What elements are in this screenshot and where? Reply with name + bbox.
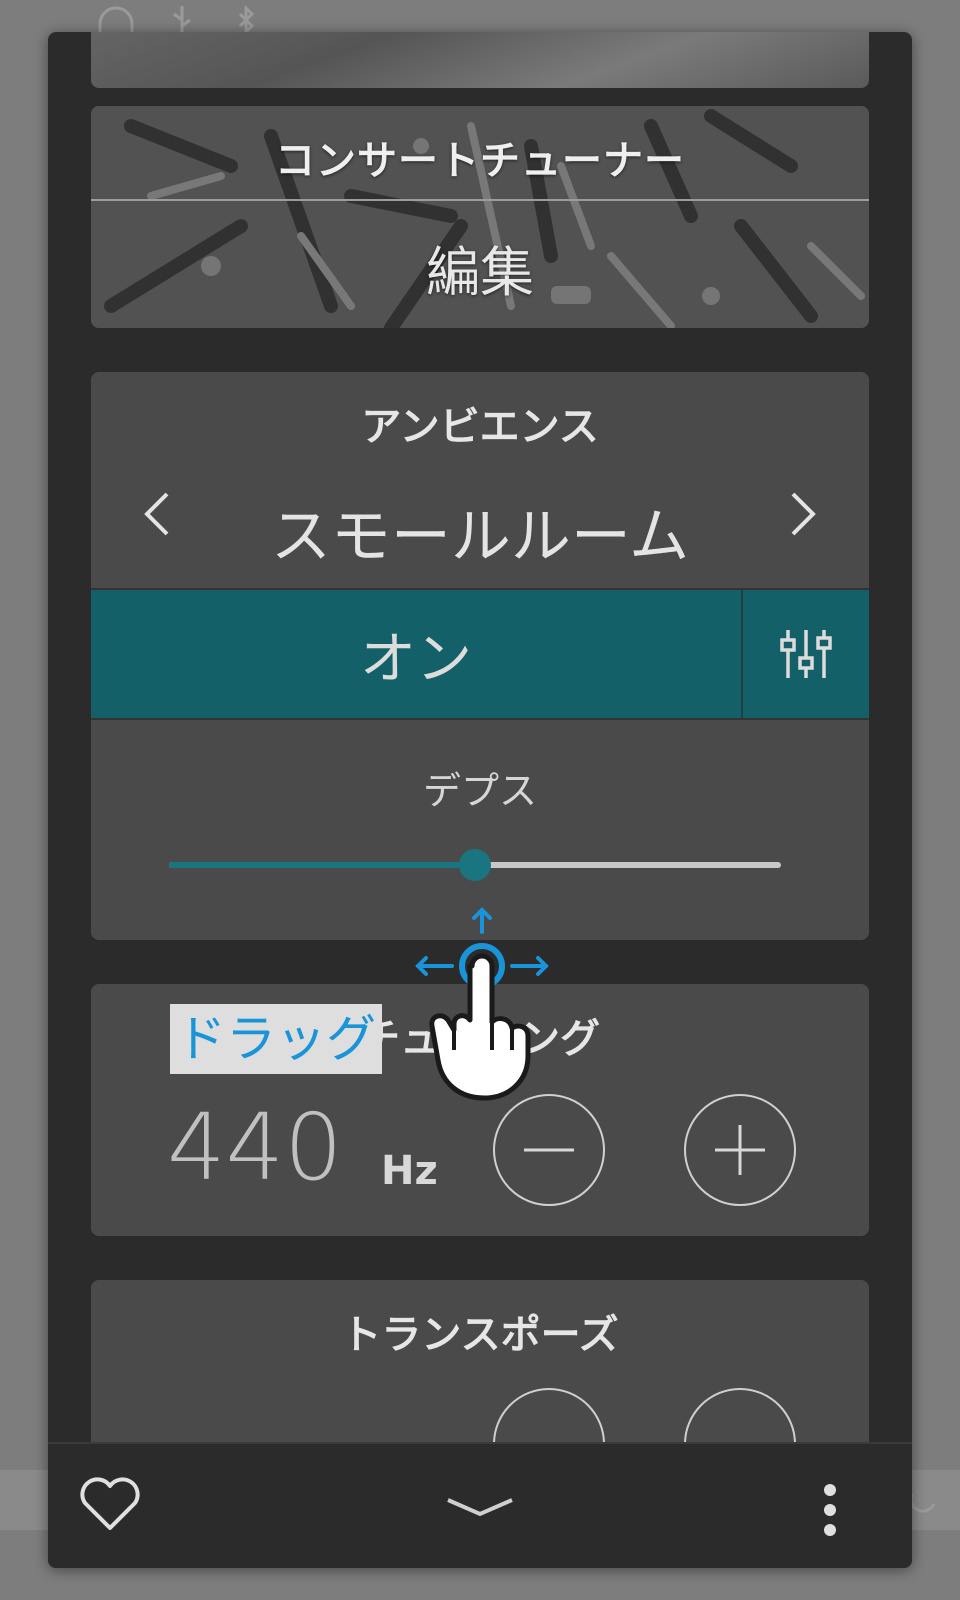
transpose-increase-button[interactable]	[684, 1388, 796, 1442]
edit-button[interactable]: 編集	[91, 228, 869, 307]
previous-card	[91, 32, 869, 88]
tuning-unit: Hz	[381, 1148, 438, 1194]
previous-preset-button[interactable]	[121, 470, 191, 560]
ambience-toggle-row: オン	[91, 590, 869, 718]
tuning-decrease-button[interactable]	[493, 1094, 605, 1206]
ambience-on-toggle[interactable]: オン	[91, 590, 741, 718]
transpose-title: トランスポーズ	[341, 1312, 619, 1358]
tuning-value: 440	[167, 1094, 343, 1201]
background-icon	[908, 1490, 938, 1524]
bottom-bar	[48, 1442, 912, 1568]
depth-label: デプス	[422, 769, 537, 813]
next-preset-button[interactable]	[769, 470, 839, 560]
concert-tuner-title: コンサートチューナー	[275, 138, 685, 184]
more-button[interactable]	[814, 1480, 846, 1540]
transpose-decrease-button[interactable]	[493, 1388, 605, 1442]
settings-panel: コンサートチューナー 編集 アンビエンス スモールルーム オン デプス チューニ…	[48, 32, 912, 1568]
equalizer-icon	[780, 630, 832, 678]
ambience-preset-name: スモールルーム	[270, 502, 690, 572]
concert-tuner-card[interactable]: コンサートチューナー 編集	[91, 106, 869, 328]
tuning-increase-button[interactable]	[684, 1094, 796, 1206]
plus-icon	[715, 1125, 765, 1175]
tuning-title: チューニング	[360, 1016, 600, 1062]
chevron-left-icon	[144, 492, 169, 536]
collapse-button[interactable]	[428, 1484, 532, 1528]
chevron-right-icon	[791, 492, 816, 536]
chevron-down-icon	[447, 1498, 513, 1517]
minus-icon	[524, 1148, 574, 1152]
transpose-card: トランスポーズ	[91, 1280, 869, 1442]
settings-scroll-area[interactable]: コンサートチューナー 編集 アンビエンス スモールルーム オン デプス チューニ…	[48, 32, 912, 1442]
tuning-card: チューニング 440 Hz	[91, 984, 869, 1236]
divider	[91, 199, 869, 201]
ambience-settings-button[interactable]	[743, 590, 869, 718]
ambience-card: アンビエンス スモールルーム オン デプス	[91, 372, 869, 940]
divider	[91, 718, 869, 720]
favorite-button[interactable]	[78, 1476, 142, 1536]
depth-slider[interactable]	[169, 846, 781, 886]
more-vertical-icon	[824, 1484, 836, 1536]
depth-slider-thumb[interactable]	[459, 849, 491, 881]
depth-slider-fill	[169, 862, 475, 868]
heart-icon	[80, 1477, 140, 1530]
ambience-title: アンビエンス	[361, 404, 599, 450]
